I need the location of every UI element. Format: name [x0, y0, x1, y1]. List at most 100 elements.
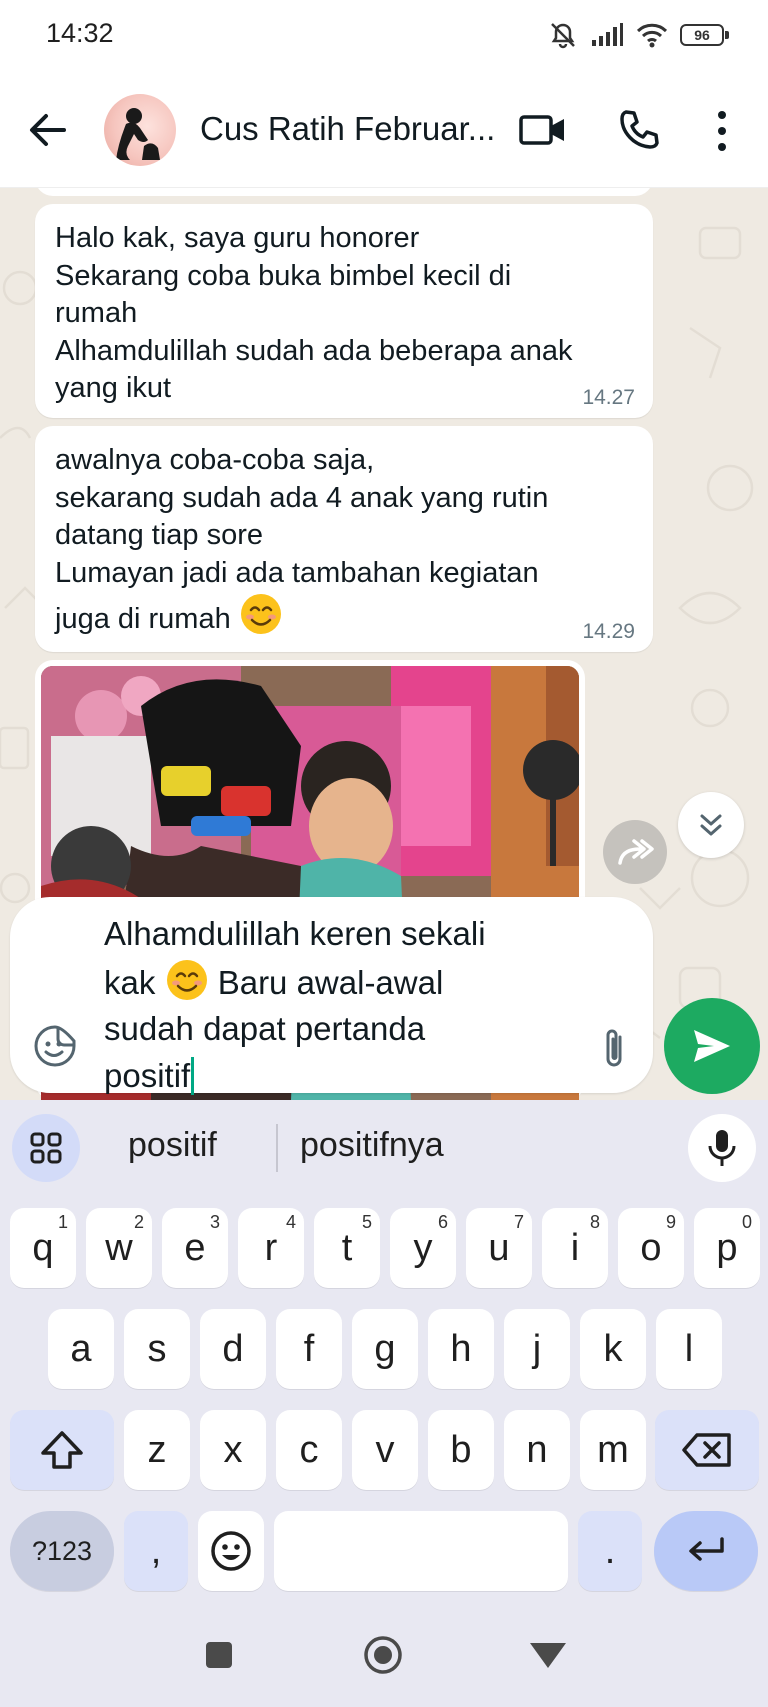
message-bubble[interactable]: awalnya coba-coba saja, sekarang sudah a…: [35, 426, 653, 652]
letter-key[interactable]: t5: [314, 1208, 380, 1288]
letter-key[interactable]: y6: [390, 1208, 456, 1288]
key-number-hint: 5: [361, 1212, 372, 1232]
comma-key[interactable]: ,: [124, 1511, 188, 1591]
backspace-key[interactable]: [655, 1410, 759, 1490]
space-key[interactable]: [274, 1511, 568, 1591]
letter-key[interactable]: v: [352, 1410, 418, 1490]
text-cursor: [191, 1056, 195, 1095]
microphone-icon: [708, 1130, 736, 1166]
key-number-hint: 3: [209, 1212, 220, 1232]
letter-key[interactable]: i8: [542, 1208, 608, 1288]
key-label: y: [413, 1226, 433, 1269]
suggestion-item[interactable]: positif: [128, 1126, 217, 1165]
key-label: w: [105, 1226, 133, 1269]
more-options-icon[interactable]: [706, 106, 738, 156]
key-number-hint: 0: [741, 1212, 752, 1232]
key-label: e: [184, 1226, 206, 1269]
letter-key[interactable]: w2: [86, 1208, 152, 1288]
key-label: d: [222, 1327, 244, 1370]
message-timestamp: 14.27: [582, 386, 635, 409]
double-chevron-down-icon: [700, 814, 722, 836]
message-compose-box[interactable]: Alhamdulillah keren sekali kak Baru awal…: [10, 897, 653, 1095]
letter-key[interactable]: e3: [162, 1208, 228, 1288]
mute-bell-icon: [551, 23, 575, 49]
keyboard-menu-button[interactable]: [12, 1114, 80, 1182]
shift-key[interactable]: [10, 1410, 114, 1490]
chat-header: Cus Ratih Februar...: [0, 72, 768, 188]
letter-key[interactable]: g: [352, 1309, 418, 1389]
key-label: j: [532, 1327, 542, 1370]
key-label: l: [684, 1327, 694, 1370]
message-text: juga di rumah: [55, 603, 231, 635]
previous-message-bubble: [35, 188, 653, 196]
key-label: h: [450, 1327, 472, 1370]
letter-key[interactable]: p0: [694, 1208, 760, 1288]
send-button[interactable]: [664, 998, 760, 1094]
key-number-hint: 2: [133, 1212, 144, 1232]
letter-key[interactable]: c: [276, 1410, 342, 1490]
message-input[interactable]: Alhamdulillah keren sekali kak Baru awal…: [104, 911, 574, 1099]
emoji-key[interactable]: [198, 1511, 264, 1591]
input-text: kak: [104, 963, 156, 1001]
letter-key[interactable]: a: [48, 1309, 114, 1389]
video-call-icon[interactable]: [518, 110, 568, 150]
key-number-hint: 4: [285, 1212, 296, 1232]
scroll-to-bottom-button[interactable]: [678, 792, 744, 858]
key-label: o: [640, 1226, 662, 1269]
message-text-line: datang tiap sore: [55, 519, 263, 551]
letter-key[interactable]: n: [504, 1410, 570, 1490]
letter-key[interactable]: j: [504, 1309, 570, 1389]
sticker-icon[interactable]: [32, 1023, 78, 1069]
status-bar: 14:32 96: [0, 0, 768, 72]
status-icons: 96: [548, 16, 729, 54]
input-text-line: kak Baru awal-awal: [104, 958, 574, 1007]
message-text-line: Alhamdulillah sudah ada beberapa anak: [55, 334, 573, 367]
home-circle-icon[interactable]: [362, 1634, 404, 1676]
message-text-line: Sekarang coba buka bimbel kecil di: [55, 259, 512, 292]
forward-button[interactable]: [603, 820, 667, 884]
signal-icon: [592, 23, 623, 46]
letter-key[interactable]: z: [124, 1410, 190, 1490]
suggestion-divider: [276, 1124, 278, 1172]
back-arrow-icon[interactable]: [24, 106, 72, 154]
letter-key[interactable]: b: [428, 1410, 494, 1490]
suggestion-bar: positif positifnya: [0, 1100, 768, 1195]
letter-key[interactable]: u7: [466, 1208, 532, 1288]
key-number-hint: 9: [665, 1212, 676, 1232]
letter-key[interactable]: s: [124, 1309, 190, 1389]
letter-key[interactable]: k: [580, 1309, 646, 1389]
letter-key[interactable]: q1: [10, 1208, 76, 1288]
letter-key[interactable]: o9: [618, 1208, 684, 1288]
avatar-silhouette-icon: [116, 108, 160, 160]
backspace-icon: [682, 1433, 731, 1467]
enter-key[interactable]: [654, 1511, 758, 1591]
voice-input-button[interactable]: [688, 1114, 756, 1182]
contact-name[interactable]: Cus Ratih Februar...: [200, 110, 500, 148]
recents-square-icon[interactable]: [204, 1640, 234, 1670]
key-number-hint: 7: [513, 1212, 524, 1232]
letter-key[interactable]: r4: [238, 1208, 304, 1288]
forward-arrow-icon: [618, 839, 654, 865]
letter-key[interactable]: d: [200, 1309, 266, 1389]
phone-call-icon[interactable]: [616, 106, 664, 154]
avatar[interactable]: [104, 94, 176, 166]
emoji-face-icon: [211, 1531, 251, 1571]
message-timestamp: 14.29: [582, 620, 635, 643]
period-key[interactable]: .: [578, 1511, 642, 1591]
smiling-face-emoji-icon: [240, 594, 281, 634]
letter-key[interactable]: x: [200, 1410, 266, 1490]
status-time: 14:32: [46, 18, 114, 48]
symbols-key[interactable]: ?123: [10, 1511, 114, 1591]
input-text: Baru awal-awal: [217, 963, 444, 1001]
letter-key[interactable]: h: [428, 1309, 494, 1389]
key-label: u: [488, 1226, 510, 1269]
suggestion-item[interactable]: positifnya: [300, 1126, 444, 1165]
attach-paperclip-icon[interactable]: [592, 1025, 636, 1073]
letter-key[interactable]: f: [276, 1309, 342, 1389]
letter-key[interactable]: l: [656, 1309, 722, 1389]
battery-icon: 96: [680, 24, 729, 46]
key-label: v: [375, 1428, 395, 1471]
letter-key[interactable]: m: [580, 1410, 646, 1490]
message-bubble[interactable]: Halo kak, saya guru honorer Sekarang cob…: [35, 204, 653, 418]
back-triangle-icon[interactable]: [528, 1640, 568, 1670]
